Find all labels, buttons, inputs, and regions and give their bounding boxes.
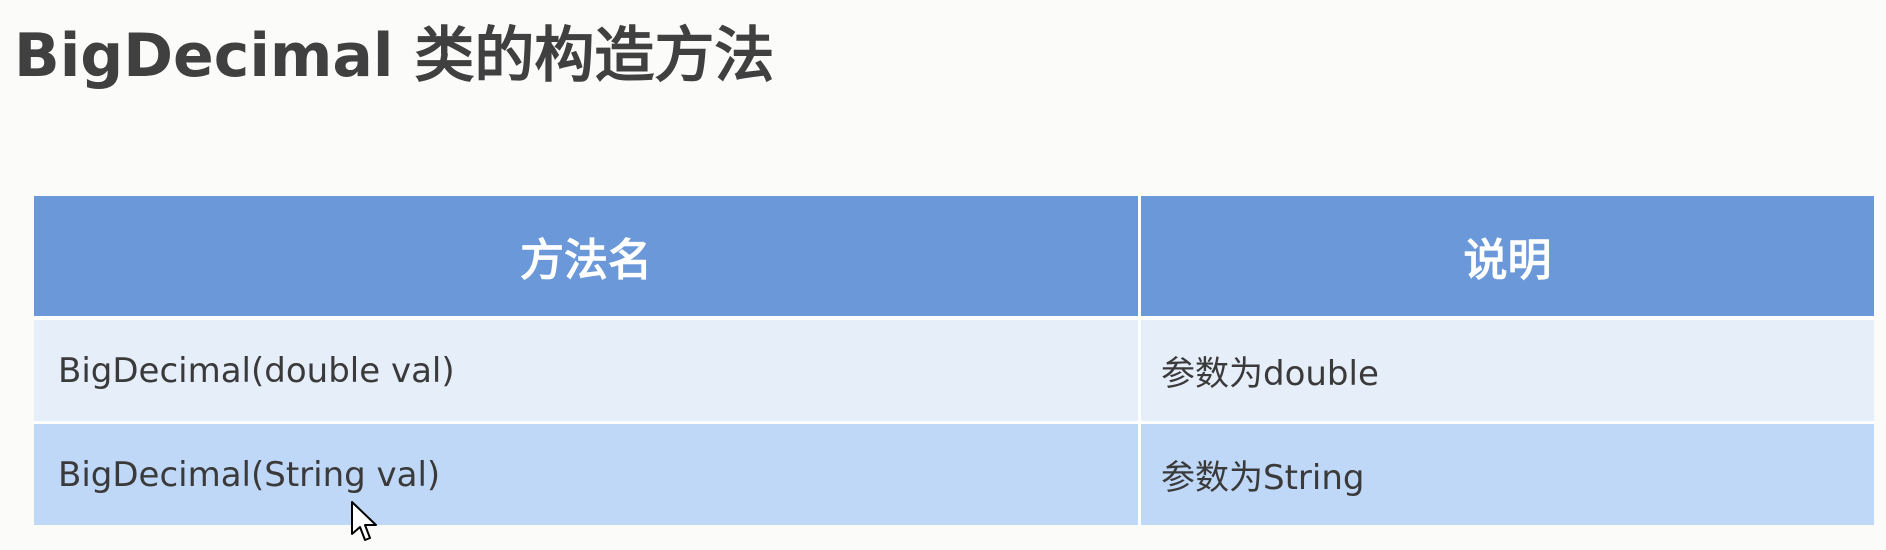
constructors-table: 方法名 说明 BigDecimal(double val) 参数为double … [34, 196, 1874, 525]
table-row: BigDecimal(double val) 参数为double [34, 320, 1874, 424]
header-description: 说明 [1141, 196, 1874, 320]
table-header-row: 方法名 说明 [34, 196, 1874, 320]
mouse-pointer-icon [351, 501, 377, 541]
cell-description: 参数为double [1141, 320, 1874, 424]
table-row: BigDecimal(String val) 参数为String [34, 424, 1874, 525]
slide: BigDecimal 类的构造方法 方法名 说明 BigDecimal(doub… [0, 0, 1886, 550]
cell-description: 参数为String [1141, 424, 1874, 525]
cell-method: BigDecimal(String val) [34, 424, 1141, 525]
cell-method: BigDecimal(double val) [34, 320, 1141, 424]
header-method-name: 方法名 [34, 196, 1141, 320]
slide-title: BigDecimal 类的构造方法 [14, 21, 775, 91]
